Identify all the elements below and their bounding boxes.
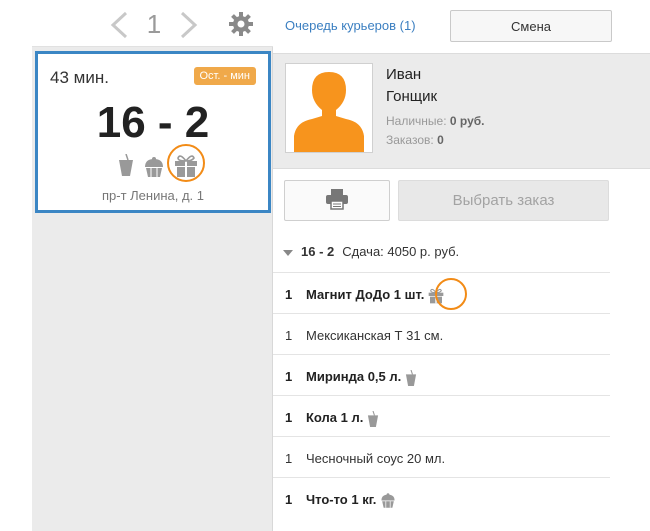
order-change: Сдача: 4050 р. руб. [342,244,460,259]
print-button[interactable] [284,180,390,221]
cake-icon [145,157,163,177]
item-qty: 1 [285,328,293,343]
item-name: Чесночный соус 20 мл. [306,451,446,466]
printer-icon [326,189,348,210]
item-qty: 1 [285,287,293,302]
collapse-triangle-icon[interactable] [283,249,293,256]
user-avatar-icon [294,72,364,152]
order-time: 43 мин. [50,68,109,87]
avatar [285,63,373,153]
status-badge: Ост. - мин [193,67,256,85]
gift-highlight-ring [167,144,205,182]
orders-column: 1 43 мин. Ост. - мин 16 - 2 пр-т Ленина,… [32,0,273,531]
list-item: 1 Что-то 1 кг. [273,477,610,518]
orders-label: Заказов: [386,133,434,147]
courier-queue-link[interactable]: Очередь курьеров (1) [285,18,416,33]
cup-icon [119,154,133,176]
item-name-text: Миринда 0,5 л. [306,369,402,384]
list-item: 1 Чесночный соус 20 мл. [273,436,610,477]
order-items: 1 Магнит ДоДо 1 шт. 1 Мексиканская Т 31 … [273,272,610,518]
item-name: Миринда 0,5 л. [306,369,417,386]
courier-first-name: Иван [386,66,422,83]
item-name-text: Магнит ДоДо 1 шт. [306,287,425,302]
gift-highlight-ring [435,278,467,310]
order-icons [113,144,213,182]
cake-icon [381,493,395,508]
item-name-text: Что-то 1 кг. [306,492,377,507]
cash-value: 0 руб. [449,114,485,128]
order-address: пр-т Ленина, д. 1 [101,188,205,203]
chevron-right-icon[interactable] [176,10,202,40]
item-name: Что-то 1 кг. [306,492,396,508]
courier-cash: Наличные: 0 руб. [386,114,485,128]
order-header: 16 - 2 Сдача: 4050 р. руб. [283,244,459,259]
item-qty: 1 [285,369,293,384]
item-name: Магнит ДоДо 1 шт. [306,287,444,304]
list-item: 1 Миринда 0,5 л. [273,354,610,395]
cup-icon [406,369,417,386]
item-qty: 1 [285,492,293,507]
order-card[interactable]: 43 мин. Ост. - мин 16 - 2 пр-т Ленина, д… [35,51,271,213]
order-header-number: 16 - 2 [301,244,335,259]
cash-label: Наличные: [386,114,447,128]
list-item: 1 Мексиканская Т 31 см. [273,313,610,354]
item-name-text: Кола 1 л. [306,410,364,425]
orders-value: 0 [437,133,444,147]
chevron-left-icon[interactable] [106,10,132,40]
courier-panel: Иван Гонщик Наличные: 0 руб. Заказов: 0 [273,53,650,169]
cup-icon [368,410,379,427]
item-qty: 1 [285,410,293,425]
courier-last-name: Гонщик [386,88,438,105]
list-item: 1 Магнит ДоДо 1 шт. [273,272,610,313]
shift-button[interactable]: Смена [450,10,612,42]
item-name: Мексиканская Т 31 см. [306,328,444,343]
choose-order-button[interactable]: Выбрать заказ [398,180,609,221]
detail-panel: Очередь курьеров (1) Смена Иван Гонщик Н… [273,0,650,531]
gear-icon[interactable] [228,11,254,37]
courier-orders: Заказов: 0 [386,133,444,147]
pager: 1 [32,0,273,47]
item-qty: 1 [285,451,293,466]
order-number: 16 - 2 [96,98,210,147]
page-number: 1 [146,9,162,39]
list-item: 1 Кола 1 л. [273,395,610,436]
item-name: Кола 1 л. [306,410,379,427]
